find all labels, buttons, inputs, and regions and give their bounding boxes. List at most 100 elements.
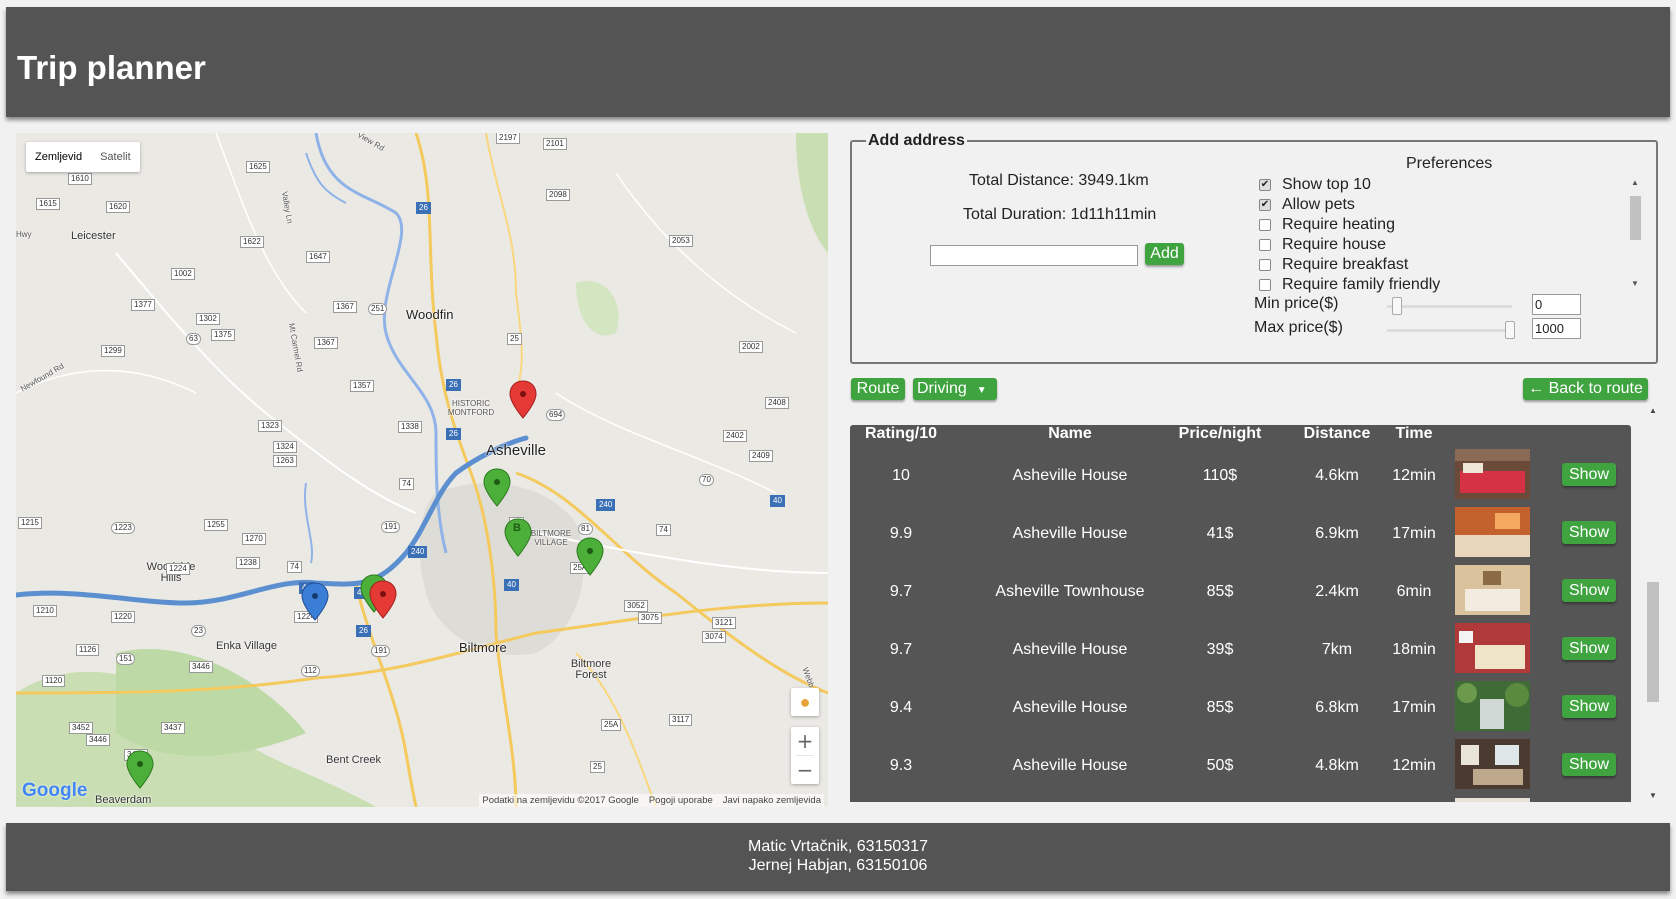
marker-green-south[interactable] (126, 750, 154, 789)
add-address-panel: Add address Total Distance: 3949.1km Tot… (850, 132, 1658, 364)
cell-name: Asheville House (1012, 467, 1128, 484)
results-scrollbar[interactable]: ▲ ▼ (1645, 404, 1661, 802)
listing-thumbnail (1455, 565, 1530, 615)
chevron-down-icon: ▼ (976, 385, 987, 396)
col-header-price: Price/night (1178, 425, 1262, 442)
preferences-scrollbar[interactable]: ▲ ▼ (1627, 176, 1644, 290)
cell-name: Asheville Townhouse (995, 583, 1145, 600)
cell-rating: 9.3 (889, 757, 913, 774)
listing-thumbnail-partial (1455, 798, 1530, 802)
report-error-link[interactable]: Javi napako zemljevida (723, 795, 821, 806)
add-address-legend: Add address (866, 132, 967, 150)
checkbox[interactable] (1259, 219, 1271, 231)
col-header-rating: Rating/10 (864, 425, 937, 442)
listing-thumbnail (1455, 739, 1530, 789)
address-input[interactable] (930, 245, 1138, 266)
show-button[interactable]: Show (1562, 521, 1616, 544)
google-logo[interactable]: Google (22, 780, 87, 802)
map-type-control: Zemljevid Satelit (26, 142, 140, 172)
pref-show-top-10[interactable]: ✔ Show top 10 (1259, 175, 1619, 195)
marker-red-north[interactable] (509, 380, 537, 419)
table-row: 9.7 Asheville House 39$ 7km 18min Show (850, 621, 1631, 679)
cell-rating: 9.7 (889, 641, 913, 658)
max-price-handle[interactable] (1505, 321, 1515, 339)
zoom-in-button[interactable]: + (791, 727, 819, 755)
map-attribution: Podatki na zemljevidu ©2017 Google Pogoj… (479, 794, 824, 807)
table-row: 9.7 Asheville Townhouse 85$ 2.4km 6min S… (850, 563, 1631, 621)
total-distance: Total Distance: 3949.1km (969, 172, 1149, 189)
pref-require-heating[interactable]: Require heating (1259, 215, 1619, 235)
show-button[interactable]: Show (1562, 753, 1616, 776)
street-view-pegman-icon[interactable]: ● (791, 688, 819, 716)
scrollbar-thumb[interactable] (1630, 196, 1641, 240)
add-button[interactable]: Add (1145, 243, 1184, 265)
scroll-down-arrow-icon[interactable]: ▼ (1631, 279, 1639, 288)
preferences-title: Preferences (1406, 155, 1493, 172)
zoom-out-button[interactable]: − (791, 756, 819, 784)
marker-blue[interactable] (301, 582, 329, 621)
cell-price: 41$ (1206, 525, 1234, 542)
cell-rating: 9.9 (889, 525, 913, 542)
min-price-track[interactable] (1387, 305, 1512, 308)
pref-require-house[interactable]: Require house (1259, 235, 1619, 255)
scroll-up-arrow-icon[interactable]: ▲ (1631, 178, 1639, 187)
scrollbar-thumb[interactable] (1647, 582, 1659, 702)
cell-rating: 9.4 (889, 699, 913, 716)
show-button[interactable]: Show (1562, 463, 1616, 486)
scroll-up-arrow-icon[interactable]: ▲ (1649, 406, 1657, 415)
pref-allow-pets[interactable]: ✔ Allow pets (1259, 195, 1619, 215)
show-button[interactable]: Show (1562, 695, 1616, 718)
checkbox-checked[interactable]: ✔ (1259, 199, 1271, 211)
max-price-track[interactable] (1387, 329, 1512, 332)
back-to-route-button[interactable]: ← Back to route (1523, 378, 1648, 400)
author-2: Jernej Habjan, 63150106 (748, 857, 928, 874)
map-type-map-button[interactable]: Zemljevid (26, 151, 91, 163)
cell-price: 39$ (1206, 641, 1234, 658)
map-type-satellite-button[interactable]: Satelit (91, 151, 140, 163)
cell-rating: 9.7 (889, 583, 913, 600)
travel-mode-select[interactable]: Driving ▼ (913, 378, 997, 400)
cell-price: 85$ (1206, 699, 1234, 716)
col-header-time: Time (1395, 425, 1433, 442)
pref-label: Show top 10 (1282, 176, 1371, 193)
scroll-down-arrow-icon[interactable]: ▼ (1649, 791, 1657, 800)
cell-time: 12min (1392, 467, 1436, 484)
cell-time: 12min (1392, 757, 1436, 774)
route-button[interactable]: Route (851, 378, 905, 400)
checkbox[interactable] (1259, 239, 1271, 251)
checkbox-checked[interactable]: ✔ (1259, 179, 1271, 191)
cell-name: Asheville House (1012, 757, 1128, 774)
min-price-input[interactable]: 0 (1532, 294, 1581, 315)
pref-label: Require heating (1282, 216, 1395, 233)
cell-name: Asheville House (1012, 525, 1128, 542)
max-price-label: Max price($) (1254, 319, 1343, 336)
pref-require-family-friendly[interactable]: Require family friendly (1259, 275, 1619, 295)
show-button[interactable]: Show (1562, 579, 1616, 602)
show-button[interactable]: Show (1562, 637, 1616, 660)
min-price-handle[interactable] (1392, 297, 1402, 315)
travel-mode-value: Driving (917, 380, 967, 397)
checkbox[interactable] (1259, 279, 1271, 291)
pref-label: Require breakfast (1282, 256, 1409, 273)
table-row: 9.9 Asheville House 41$ 6.9km 17min Show (850, 505, 1631, 563)
table-row: 9.4 Asheville House 85$ 6.8km 17min Show (850, 679, 1631, 737)
page-header: Trip planner (6, 7, 1670, 117)
marker-b-label: B (513, 522, 521, 534)
cell-price: 50$ (1206, 757, 1234, 774)
cell-name: Asheville House (1012, 699, 1128, 716)
pref-label: Allow pets (1282, 196, 1355, 213)
marker-green-east[interactable] (576, 537, 604, 576)
listing-thumbnail (1455, 507, 1530, 557)
results-table: Rating/10 Name Price/night Distance Time… (850, 404, 1646, 802)
checkbox[interactable] (1259, 259, 1271, 271)
table-row: 10 Asheville House 110$ 4.6km 12min Show (850, 447, 1631, 505)
max-price-input[interactable]: 1000 (1532, 318, 1581, 339)
map-data-credit: Podatki na zemljevidu ©2017 Google (482, 795, 639, 806)
map[interactable]: Leicester Woodfin Asheville HISTORIC MON… (16, 133, 828, 807)
cell-rating: 10 (892, 467, 910, 484)
pref-require-breakfast[interactable]: Require breakfast (1259, 255, 1619, 275)
marker-green-1[interactable] (483, 468, 511, 507)
min-price-label: Min price($) (1254, 295, 1339, 312)
terms-link[interactable]: Pogoji uporabe (649, 795, 713, 806)
google-logo-text: Google (22, 780, 88, 801)
